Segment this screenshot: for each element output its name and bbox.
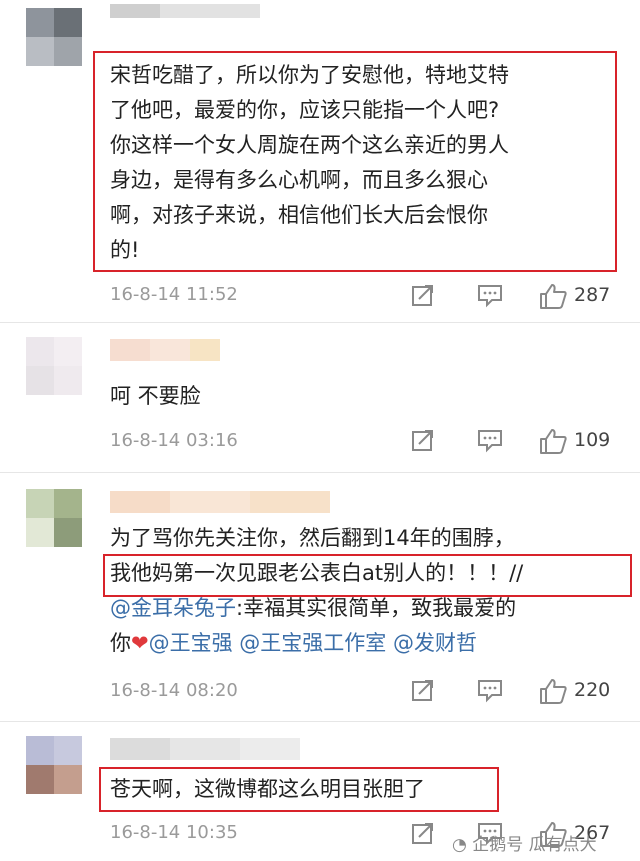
username-blurred[interactable]	[110, 339, 220, 361]
timestamp: 16-8-14 11:52	[110, 284, 238, 305]
username-blurred[interactable]	[110, 491, 330, 513]
comment-fragment: :幸福其实很简单，致我最爱的	[236, 596, 517, 620]
share-icon[interactable]	[410, 820, 436, 850]
comment-line: 你❤@王宝强 @王宝强工作室 @发财哲	[110, 626, 620, 661]
action-bar: 287	[410, 282, 620, 312]
mention-link[interactable]: @金耳朵兔子	[110, 596, 236, 620]
comment-line: 为了骂你先关注你，然后翻到14年的围脖，	[110, 526, 515, 550]
comment-line: 你这样一个女人周旋在两个这么亲近的男人	[110, 133, 509, 157]
action-bar: 109	[410, 427, 620, 457]
comment-icon[interactable]	[476, 677, 504, 707]
mention-link[interactable]: @王宝强 @王宝强工作室 @发财哲	[149, 631, 477, 655]
avatar[interactable]	[26, 736, 82, 794]
comment-icon[interactable]	[476, 282, 504, 312]
heart-icon: ❤	[131, 631, 149, 655]
timestamp: 16-8-14 10:35	[110, 822, 238, 843]
share-icon[interactable]	[410, 677, 436, 707]
avatar[interactable]	[26, 8, 82, 66]
avatar[interactable]	[26, 489, 82, 547]
comment-line: 的!	[110, 238, 140, 262]
action-bar: 220	[410, 677, 620, 707]
comment-item: 宋哲吃醋了，所以你为了安慰他，特地艾特 了他吧，最爱的你，应该只能指一个人吧? …	[0, 0, 640, 322]
watermark: ◔ 企鹅号 瓜有点大	[452, 830, 597, 855]
comment-text: 宋哲吃醋了，所以你为了安慰他，特地艾特 了他吧，最爱的你，应该只能指一个人吧? …	[110, 58, 620, 268]
share-icon[interactable]	[410, 282, 436, 312]
comment-line: 身边，是得有多么心机啊，而且多么狠心	[110, 168, 488, 192]
comment-line: 呵 不要脸	[110, 384, 201, 408]
comment-item: 为了骂你先关注你，然后翻到14年的围脖， 我他妈第一次见跟老公表白at别人的！！…	[0, 473, 640, 721]
thumbs-up-icon[interactable]	[538, 677, 568, 709]
username-blurred[interactable]	[110, 738, 300, 760]
comment-line: 了他吧，最爱的你，应该只能指一个人吧?	[110, 98, 500, 122]
comment-text: 呵 不要脸	[110, 379, 620, 414]
comment-fragment: 你	[110, 631, 131, 655]
thumbs-up-icon[interactable]	[538, 427, 568, 459]
username-blurred[interactable]	[110, 4, 260, 26]
comment-line: 啊，对孩子来说，相信他们长大后会恨你	[110, 203, 488, 227]
comment-text: 苍天啊，这微博都这么明目张胆了	[110, 772, 620, 807]
comment-icon[interactable]	[476, 427, 504, 457]
like-count: 287	[574, 284, 611, 306]
like-count: 220	[574, 679, 611, 701]
timestamp: 16-8-14 03:16	[110, 430, 238, 451]
comment-line: 苍天啊，这微博都这么明目张胆了	[110, 777, 425, 801]
thumbs-up-icon[interactable]	[538, 282, 568, 314]
comment-item: 呵 不要脸 16-8-14 03:16 109	[0, 323, 640, 472]
timestamp: 16-8-14 08:20	[110, 680, 238, 701]
highlight-box	[103, 554, 632, 597]
share-icon[interactable]	[410, 427, 436, 457]
like-count: 109	[574, 429, 611, 451]
penguin-icon: ◔	[452, 835, 467, 855]
comment-line: 宋哲吃醋了，所以你为了安慰他，特地艾特	[110, 63, 509, 87]
avatar[interactable]	[26, 337, 82, 395]
watermark-text: 企鹅号 瓜有点大	[472, 835, 597, 855]
